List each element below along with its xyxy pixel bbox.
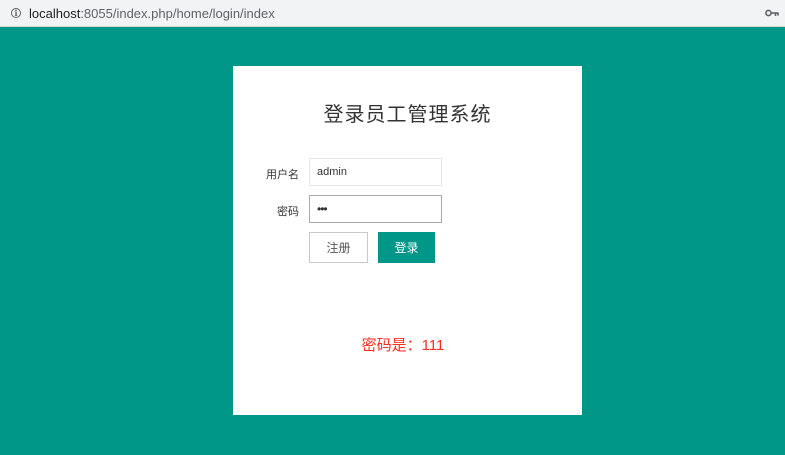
login-button[interactable]: 登录 [378, 232, 435, 263]
key-icon[interactable] [765, 8, 779, 18]
url-text[interactable]: localhost:8055/index.php/home/login/inde… [29, 6, 275, 21]
page-title: 登录员工管理系统 [323, 102, 492, 126]
password-label: 密码 [277, 206, 299, 218]
url-host: localhost [29, 6, 81, 21]
username-label: 用户名 [266, 169, 299, 181]
info-icon[interactable]: i [11, 8, 21, 18]
login-card: 登录员工管理系统 用户名 密码 注册 登录 密码是：111 [233, 66, 582, 415]
password-input[interactable] [309, 195, 442, 223]
username-input[interactable] [309, 158, 442, 186]
register-button[interactable]: 注册 [309, 232, 368, 263]
address-bar[interactable]: i localhost:8055/index.php/home/login/in… [0, 0, 785, 27]
password-hint: 密码是：111 [361, 337, 445, 354]
url-path: :8055/index.php/home/login/index [80, 6, 275, 21]
